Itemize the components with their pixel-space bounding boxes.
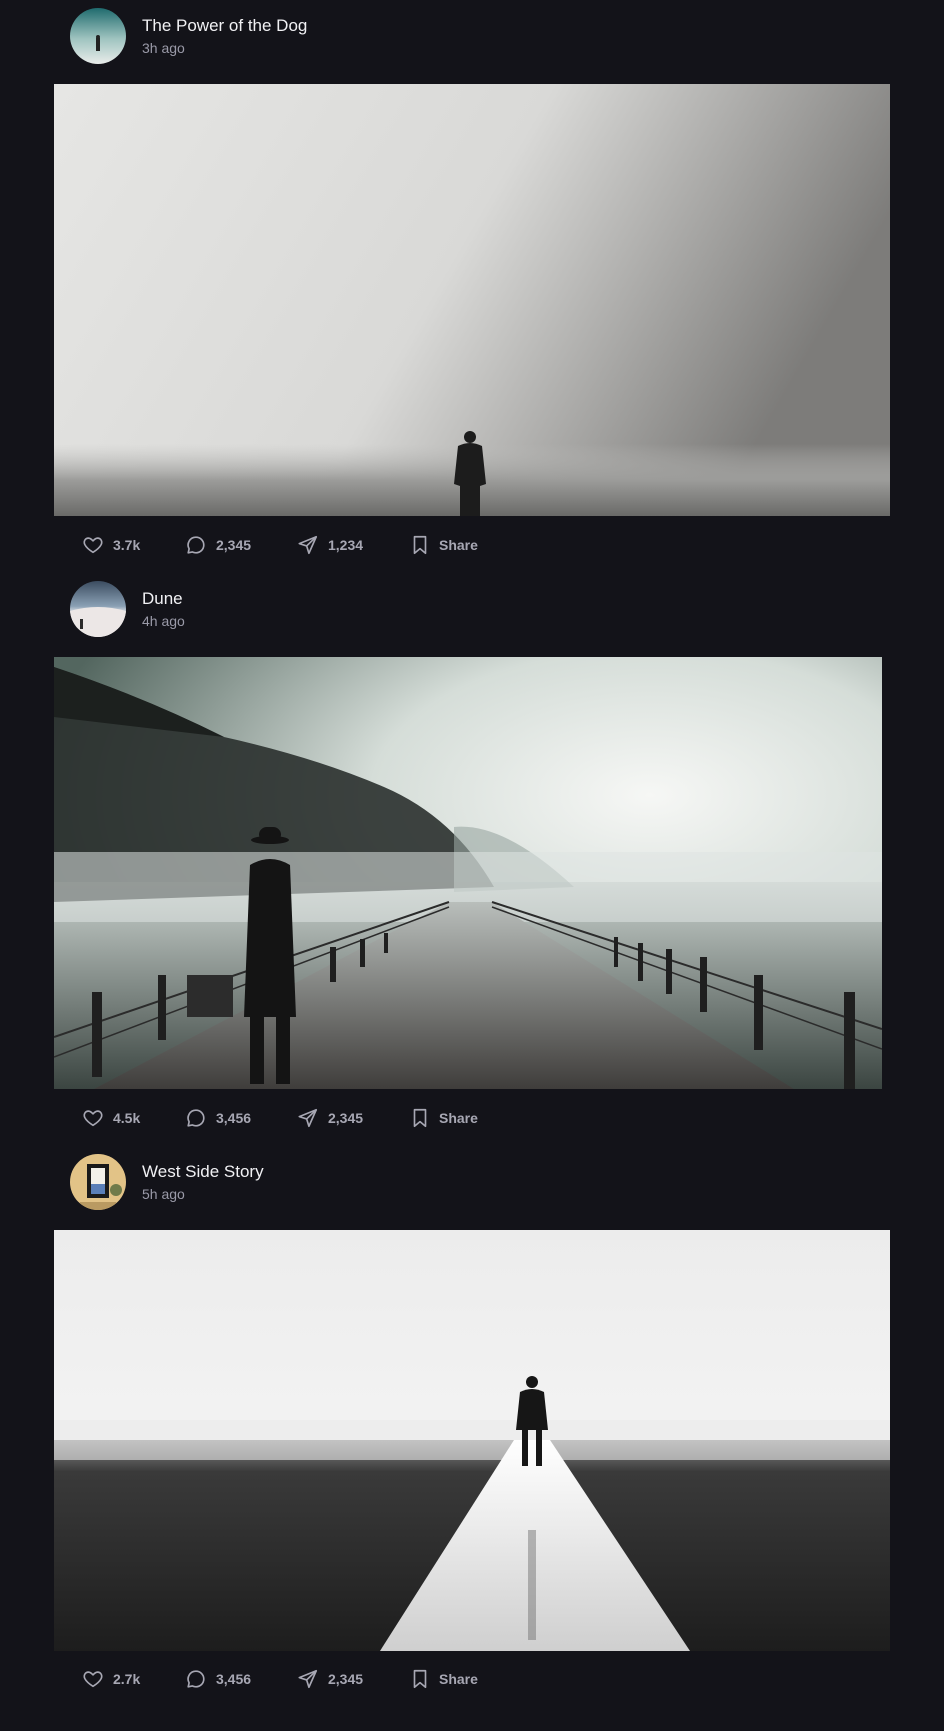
post-image[interactable] bbox=[54, 84, 890, 516]
share-label: Share bbox=[439, 537, 478, 553]
like-count: 4.5k bbox=[113, 1110, 141, 1126]
heart-icon bbox=[83, 1671, 103, 1688]
heart-icon bbox=[83, 537, 103, 554]
comment-icon bbox=[187, 1670, 205, 1688]
avatar[interactable] bbox=[70, 1154, 126, 1210]
post-header: The Power of the Dog 3h ago bbox=[70, 8, 307, 64]
share-button[interactable]: Share bbox=[410, 1668, 478, 1690]
post-timestamp: 4h ago bbox=[142, 613, 185, 629]
share-button[interactable]: Share bbox=[410, 1107, 478, 1129]
like-button[interactable]: 2.7k bbox=[82, 1668, 185, 1690]
share-label: Share bbox=[439, 1671, 478, 1687]
comment-button[interactable]: 3,456 bbox=[185, 1107, 297, 1129]
send-count: 1,234 bbox=[328, 537, 364, 553]
send-icon bbox=[298, 1108, 318, 1128]
bookmark-icon bbox=[413, 1108, 427, 1128]
post-title[interactable]: The Power of the Dog bbox=[142, 15, 307, 37]
heart-icon bbox=[83, 1110, 103, 1127]
send-icon bbox=[298, 1669, 318, 1689]
share-label: Share bbox=[439, 1110, 478, 1126]
like-button[interactable]: 3.7k bbox=[82, 534, 185, 556]
avatar[interactable] bbox=[70, 581, 126, 637]
bookmark-icon bbox=[413, 1669, 427, 1689]
comment-count: 2,345 bbox=[216, 537, 252, 553]
send-button[interactable]: 2,345 bbox=[297, 1668, 410, 1690]
like-count: 2.7k bbox=[113, 1671, 141, 1687]
comment-button[interactable]: 3,456 bbox=[185, 1668, 297, 1690]
post-header: Dune 4h ago bbox=[70, 581, 185, 637]
send-button[interactable]: 1,234 bbox=[297, 534, 410, 556]
bookmark-icon bbox=[413, 535, 427, 555]
post-actions: 4.5k 3,456 2,345 Share bbox=[82, 1105, 478, 1131]
comment-count: 3,456 bbox=[216, 1671, 252, 1687]
comment-icon bbox=[187, 536, 205, 554]
post-image[interactable] bbox=[54, 1230, 890, 1651]
avatar[interactable] bbox=[70, 8, 126, 64]
post-image[interactable] bbox=[54, 657, 882, 1089]
send-count: 2,345 bbox=[328, 1671, 364, 1687]
comment-button[interactable]: 2,345 bbox=[185, 534, 297, 556]
send-button[interactable]: 2,345 bbox=[297, 1107, 410, 1129]
share-button[interactable]: Share bbox=[410, 534, 478, 556]
post-timestamp: 5h ago bbox=[142, 1186, 185, 1202]
like-count: 3.7k bbox=[113, 537, 141, 553]
post-title[interactable]: Dune bbox=[142, 588, 185, 610]
post-header: West Side Story 5h ago bbox=[70, 1154, 264, 1210]
like-button[interactable]: 4.5k bbox=[82, 1107, 185, 1129]
send-count: 2,345 bbox=[328, 1110, 364, 1126]
comment-icon bbox=[187, 1109, 205, 1127]
post-timestamp: 3h ago bbox=[142, 40, 185, 56]
post-actions: 3.7k 2,345 1,234 Share bbox=[82, 532, 478, 558]
post-title[interactable]: West Side Story bbox=[142, 1161, 264, 1183]
send-icon bbox=[298, 535, 318, 555]
post-actions: 2.7k 3,456 2,345 Share bbox=[82, 1666, 478, 1692]
comment-count: 3,456 bbox=[216, 1110, 252, 1126]
